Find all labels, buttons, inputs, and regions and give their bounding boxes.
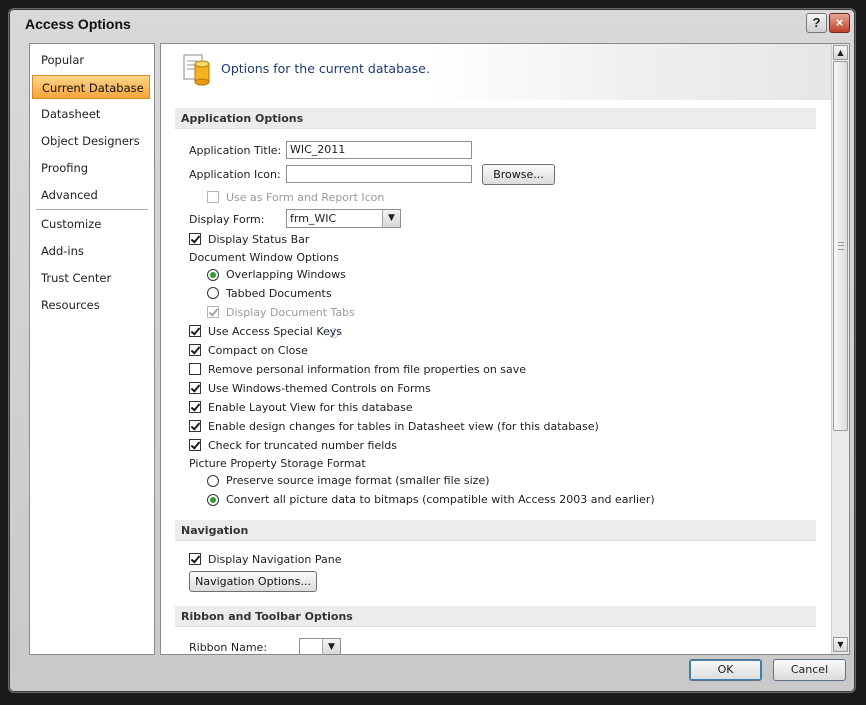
- layout-view-checkbox[interactable]: [189, 401, 201, 413]
- navigation-options-button[interactable]: Navigation Options...: [189, 571, 317, 592]
- preserve-source-label: Preserve source image format (smaller fi…: [226, 474, 490, 487]
- design-changes-label: Enable design changes for tables in Data…: [208, 420, 599, 433]
- sidebar-item-proofing[interactable]: Proofing: [32, 156, 150, 180]
- scroll-thumb[interactable]: [833, 61, 848, 431]
- application-icon-input[interactable]: [286, 165, 472, 183]
- special-keys-checkbox[interactable]: [189, 325, 201, 337]
- sidebar-item-customize[interactable]: Customize: [32, 212, 150, 236]
- section-ribbon-toolbar: Ribbon and Toolbar Options: [175, 606, 816, 627]
- help-button[interactable]: ?: [806, 13, 827, 33]
- sidebar-item-popular[interactable]: Popular: [32, 48, 150, 72]
- options-content-panel: Options for the current database. Applic…: [160, 43, 850, 655]
- sidebar-item-resources[interactable]: Resources: [32, 293, 150, 317]
- use-as-form-icon-label: Use as Form and Report Icon: [226, 191, 385, 204]
- sidebar-item-current-database[interactable]: Current Database: [32, 75, 150, 99]
- remove-personal-info-checkbox[interactable]: [189, 363, 201, 375]
- display-form-dropdown[interactable]: frm_WIC ▼: [286, 209, 401, 228]
- display-status-bar-label: Display Status Bar: [208, 233, 310, 246]
- close-button[interactable]: ×: [829, 13, 850, 33]
- dialog-title: Access Options: [25, 16, 131, 32]
- overlapping-windows-radio[interactable]: [207, 269, 219, 281]
- remove-personal-info-label: Remove personal information from file pr…: [208, 363, 527, 376]
- sidebar-item-advanced[interactable]: Advanced: [32, 183, 150, 207]
- convert-bitmaps-label: Convert all picture data to bitmaps (com…: [226, 493, 655, 506]
- application-icon-label: Application Icon:: [189, 168, 281, 181]
- header-title: Options for the current database.: [221, 61, 430, 76]
- display-status-bar-checkbox[interactable]: [189, 233, 201, 245]
- check-truncated-label: Check for truncated number fields: [208, 439, 397, 452]
- display-document-tabs-label: Display Document Tabs: [226, 306, 355, 319]
- ribbon-name-dropdown[interactable]: ▼: [299, 638, 341, 654]
- display-form-value: frm_WIC: [290, 212, 337, 225]
- database-options-icon: [183, 54, 210, 86]
- compact-on-close-label: Compact on Close: [208, 344, 308, 357]
- display-form-label: Display Form:: [189, 213, 265, 226]
- convert-bitmaps-radio[interactable]: [207, 494, 219, 506]
- overlapping-windows-label: Overlapping Windows: [226, 268, 346, 281]
- sidebar-item-datasheet[interactable]: Datasheet: [32, 102, 150, 126]
- content-scrollbar[interactable]: ▲ ▼: [831, 44, 849, 654]
- ok-button[interactable]: OK: [689, 659, 762, 681]
- chevron-down-icon: ▼: [322, 639, 340, 654]
- sidebar-item-trust-center[interactable]: Trust Center: [32, 266, 150, 290]
- scroll-down-icon[interactable]: ▼: [833, 637, 848, 652]
- windows-themed-controls-label: Use Windows-themed Controls on Forms: [208, 382, 431, 395]
- sidebar-item-object-designers[interactable]: Object Designers: [32, 129, 150, 153]
- ribbon-name-label: Ribbon Name:: [189, 641, 268, 654]
- display-document-tabs-checkbox: [207, 306, 219, 318]
- design-changes-checkbox[interactable]: [189, 420, 201, 432]
- use-as-form-icon-checkbox: [207, 191, 219, 203]
- compact-on-close-checkbox[interactable]: [189, 344, 201, 356]
- picture-storage-label: Picture Property Storage Format: [189, 457, 366, 470]
- windows-themed-controls-checkbox[interactable]: [189, 382, 201, 394]
- display-navigation-pane-checkbox[interactable]: [189, 553, 201, 565]
- section-navigation: Navigation: [175, 520, 816, 541]
- scroll-up-icon[interactable]: ▲: [833, 45, 848, 60]
- title-bar: Access Options ? ×: [9, 9, 855, 39]
- content-header: Options for the current database.: [161, 44, 831, 100]
- sidebar-item-add-ins[interactable]: Add-ins: [32, 239, 150, 263]
- grip-icon: [838, 242, 844, 250]
- section-application-options: Application Options: [175, 108, 816, 129]
- application-title-label: Application Title:: [189, 144, 282, 157]
- browse-button[interactable]: Browse...: [482, 164, 555, 185]
- cancel-button[interactable]: Cancel: [773, 659, 846, 681]
- chevron-down-icon: ▼: [382, 210, 400, 227]
- tabbed-documents-radio[interactable]: [207, 287, 219, 299]
- sidebar-divider: [36, 209, 148, 210]
- check-truncated-checkbox[interactable]: [189, 439, 201, 451]
- special-keys-label: Use Access Special Keys: [208, 325, 343, 338]
- preserve-source-radio[interactable]: [207, 475, 219, 487]
- application-title-input[interactable]: WIC_2011: [286, 141, 472, 159]
- access-options-dialog: Access Options ? × Popular Current Datab…: [8, 8, 856, 693]
- tabbed-documents-label: Tabbed Documents: [226, 287, 332, 300]
- info-icon[interactable]: ⓘ: [329, 325, 339, 340]
- document-window-options-label: Document Window Options: [189, 251, 339, 264]
- layout-view-label: Enable Layout View for this database: [208, 401, 413, 414]
- display-navigation-pane-label: Display Navigation Pane: [208, 553, 342, 566]
- options-sidebar: Popular Current Database Datasheet Objec…: [29, 43, 155, 655]
